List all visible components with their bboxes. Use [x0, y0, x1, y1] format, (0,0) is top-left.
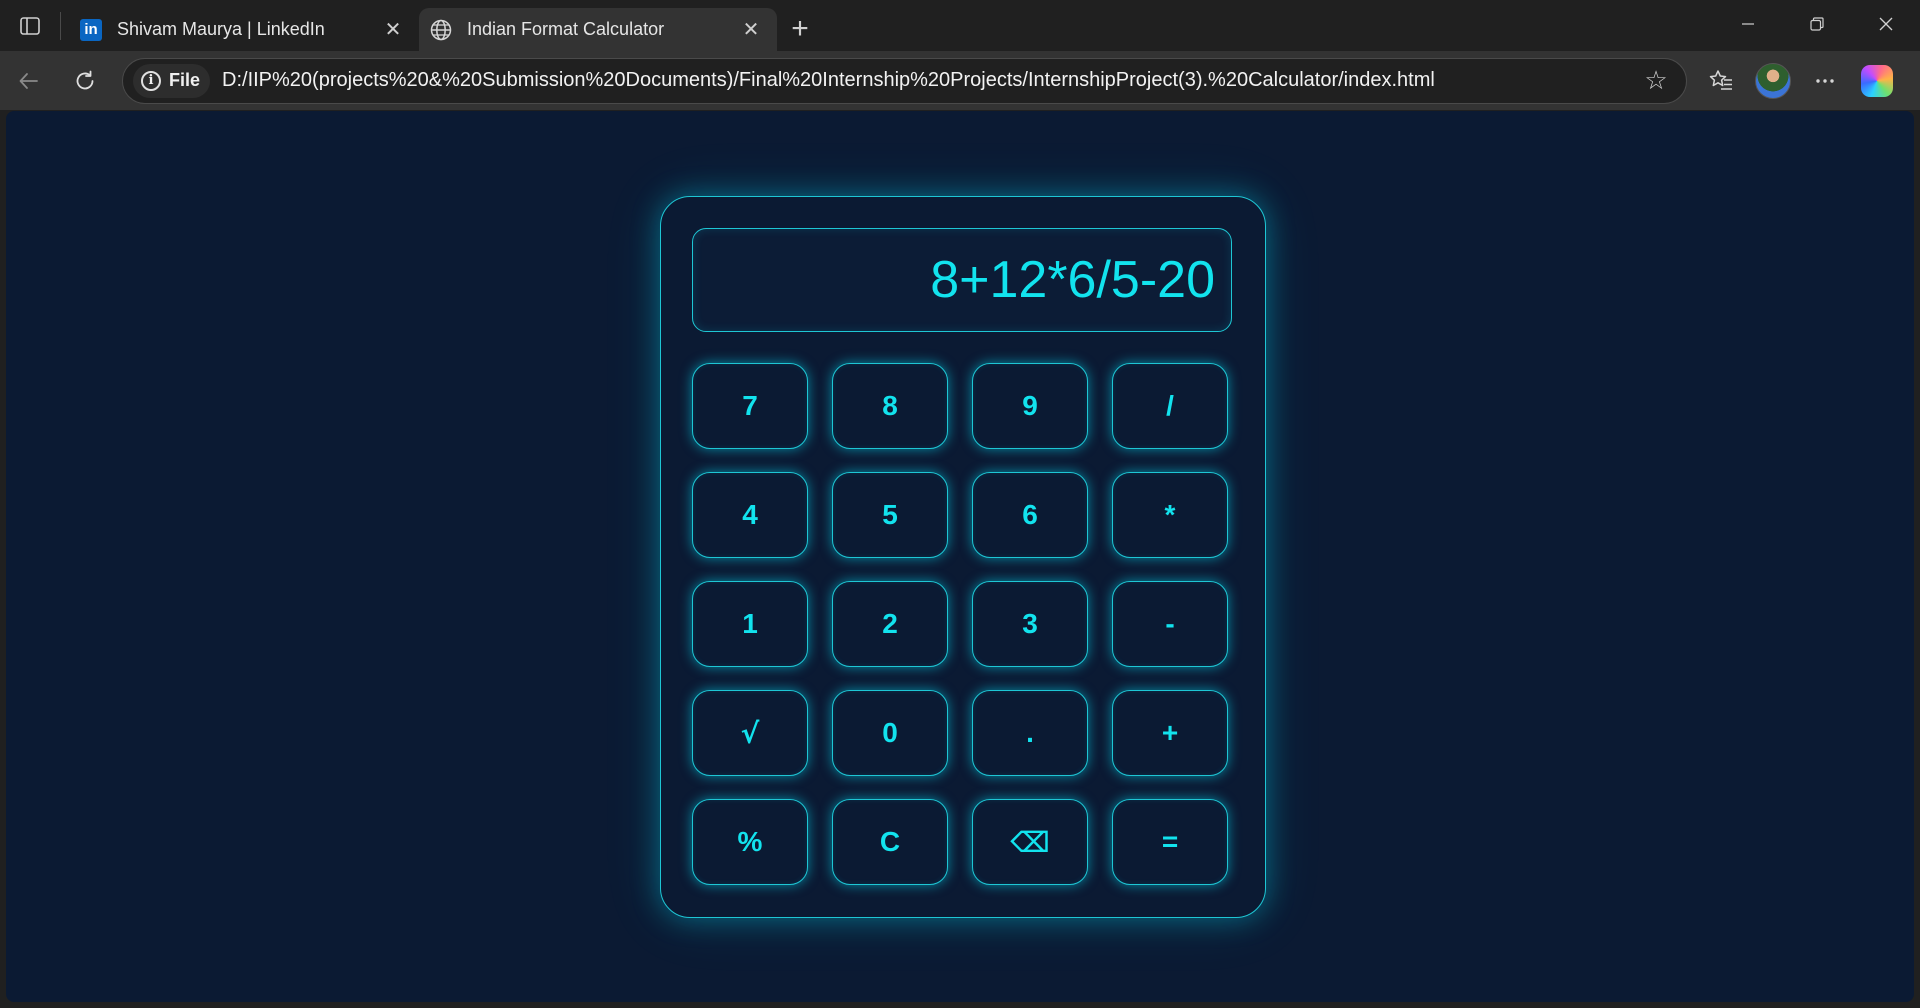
- key-percent[interactable]: %: [692, 799, 808, 885]
- close-window-icon[interactable]: [1851, 0, 1920, 48]
- sidebar-toggle-button[interactable]: [0, 0, 60, 51]
- key-5[interactable]: 5: [832, 472, 948, 558]
- address-bar[interactable]: i File D:/IIP%20(projects%20&%20Submissi…: [122, 57, 1687, 104]
- avatar: [1755, 62, 1791, 99]
- key-decimal[interactable]: .: [972, 690, 1088, 776]
- window-controls: [1713, 0, 1920, 51]
- more-options-icon[interactable]: [1799, 57, 1851, 105]
- key-divide[interactable]: /: [1112, 363, 1228, 449]
- keypad: 7 8 9 / 4 5 6 * 1 2 3 - √ 0 . + % C ⌫ =: [692, 363, 1232, 885]
- restore-icon[interactable]: [1782, 0, 1851, 48]
- tab-calculator[interactable]: Indian Format Calculator ✕: [419, 8, 777, 51]
- site-info-button[interactable]: i File: [133, 63, 211, 98]
- close-tab-icon[interactable]: ✕: [739, 18, 763, 42]
- refresh-button[interactable]: [58, 57, 112, 105]
- copilot-icon: [1861, 64, 1893, 97]
- key-9[interactable]: 9: [972, 363, 1088, 449]
- key-square-root[interactable]: √: [692, 690, 808, 776]
- url-text[interactable]: D:/IIP%20(projects%20&%20Submission%20Do…: [222, 69, 1636, 92]
- profile-button[interactable]: [1747, 57, 1799, 105]
- sidebar-icon: [20, 16, 40, 35]
- key-equals[interactable]: =: [1112, 799, 1228, 885]
- back-arrow-icon: [19, 72, 38, 89]
- calculator: 8+12*6/5-20 7 8 9 / 4 5 6 * 1 2 3 - √ 0 …: [660, 196, 1266, 918]
- linkedin-icon: in: [79, 18, 103, 42]
- key-6[interactable]: 6: [972, 472, 1088, 558]
- key-4[interactable]: 4: [692, 472, 808, 558]
- back-button[interactable]: [2, 57, 56, 105]
- browser-toolbar: i File D:/IIP%20(projects%20&%20Submissi…: [0, 51, 1920, 110]
- page-viewport: 8+12*6/5-20 7 8 9 / 4 5 6 * 1 2 3 - √ 0 …: [6, 111, 1914, 1002]
- favorites-icon[interactable]: [1695, 57, 1747, 105]
- key-1[interactable]: 1: [692, 581, 808, 667]
- copilot-button[interactable]: [1851, 57, 1903, 105]
- key-clear[interactable]: C: [832, 799, 948, 885]
- key-subtract[interactable]: -: [1112, 581, 1228, 667]
- tab-title: Indian Format Calculator: [467, 19, 665, 39]
- minimize-icon[interactable]: [1713, 0, 1782, 48]
- key-backspace-icon[interactable]: ⌫: [972, 799, 1088, 885]
- info-icon: i: [141, 70, 161, 91]
- tab-separator: [60, 11, 61, 40]
- tab-linkedin[interactable]: in Shivam Maurya | LinkedIn ✕: [69, 8, 419, 51]
- key-0[interactable]: 0: [832, 690, 948, 776]
- new-tab-button[interactable]: +: [777, 6, 823, 52]
- key-8[interactable]: 8: [832, 363, 948, 449]
- calculator-display: 8+12*6/5-20: [692, 228, 1232, 332]
- close-tab-icon[interactable]: ✕: [381, 18, 405, 42]
- favorite-star-icon[interactable]: ☆: [1636, 65, 1676, 96]
- key-add[interactable]: +: [1112, 690, 1228, 776]
- globe-icon: [429, 18, 453, 42]
- key-multiply[interactable]: *: [1112, 472, 1228, 558]
- refresh-icon: [76, 70, 94, 89]
- key-2[interactable]: 2: [832, 581, 948, 667]
- tab-strip: in Shivam Maurya | LinkedIn ✕ Indian For…: [0, 0, 1920, 51]
- tab-title: Shivam Maurya | LinkedIn: [117, 19, 325, 39]
- key-7[interactable]: 7: [692, 363, 808, 449]
- scheme-label: File: [169, 70, 201, 90]
- key-3[interactable]: 3: [972, 581, 1088, 667]
